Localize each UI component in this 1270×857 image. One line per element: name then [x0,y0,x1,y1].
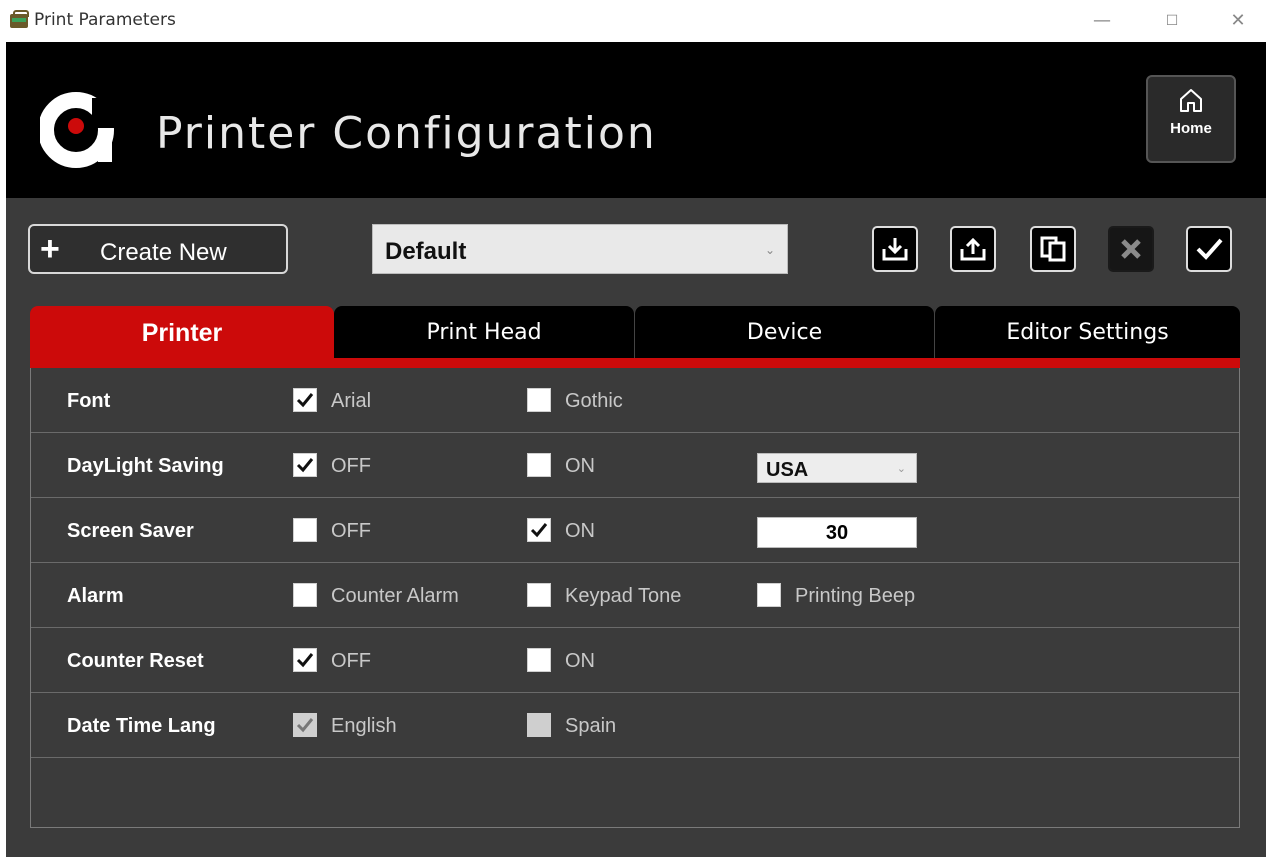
profile-select[interactable]: Default ⌄ [372,224,788,274]
checkbox[interactable] [527,713,551,737]
option-label: OFF [331,650,371,672]
country-value: USA [766,459,809,481]
option-label: OFF [331,455,371,477]
apply-button[interactable] [1186,226,1232,272]
tab-printer[interactable]: Printer [30,306,334,358]
checkbox[interactable] [757,583,781,607]
chevron-down-icon: ⌄ [764,243,775,257]
option-label: ON [565,650,595,672]
checkbox[interactable] [293,713,317,737]
copy-button[interactable] [1030,226,1076,272]
checkbox[interactable] [527,648,551,672]
create-new-label: Create New [100,239,227,266]
app-icon [10,10,29,28]
option-label: Spain [565,715,617,737]
plus-icon: + [40,230,60,268]
create-new-button[interactable]: + Create New [28,224,288,274]
option-label: Counter Alarm [331,585,459,607]
option-label: Gothic [565,390,623,412]
option-label: Keypad Tone [565,585,682,607]
row-date-time-lang: Date Time Lang English Spain [31,693,1239,758]
delete-icon [1121,239,1141,259]
import-icon [882,238,908,261]
row-font: Font Arial Gothic [31,368,1239,433]
row-label: Alarm [67,585,124,607]
option-label: OFF [331,520,371,542]
option-label: ON [565,520,595,542]
row-label: Date Time Lang [67,715,216,737]
window-titlebar: Print Parameters — ☐ ✕ [0,0,1270,42]
checkmark-icon [296,718,314,733]
checkmark-icon [296,393,314,408]
settings-table: Font Arial Gothic DayLight Saving OFF ON [30,368,1240,828]
row-alarm: Alarm Counter Alarm Keypad Tone Printing… [31,563,1239,628]
checkmark-icon [296,653,314,668]
option-label: English [331,715,397,737]
row-label: Screen Saver [67,520,194,542]
option-label: ON [565,455,595,477]
minimize-button[interactable]: — [1082,6,1122,36]
row-counter-reset: Counter Reset OFF ON [31,628,1239,693]
checkbox[interactable] [293,518,317,542]
checkbox[interactable] [527,388,551,412]
row-label: DayLight Saving [67,455,224,477]
checkmark-icon [296,458,314,473]
option-label: Printing Beep [795,585,916,607]
tab-bar: Printer Print Head Device Editor Setting… [30,306,1240,358]
checkbox[interactable] [293,583,317,607]
row-label: Counter Reset [67,650,204,672]
tab-device[interactable]: Device [634,306,934,358]
screensaver-minutes-input[interactable]: 30 [757,517,917,548]
option-label: Arial [331,390,372,412]
checkbox[interactable] [293,453,317,477]
copy-icon [1040,236,1066,262]
export-icon [960,237,986,261]
main-panel: + Create New Default ⌄ Printer Print Hea… [6,198,1266,857]
tab-editor-settings[interactable]: Editor Settings [934,306,1240,358]
window-title: Print Parameters [34,10,176,30]
brand-logo [40,92,118,168]
app-header: Printer Configuration Home [6,42,1266,198]
close-button[interactable]: ✕ [1218,6,1258,36]
checkbox[interactable] [293,648,317,672]
page-title: Printer Configuration [156,108,657,159]
chevron-down-icon: ⌄ [896,463,906,475]
checkbox[interactable] [293,388,317,412]
import-button[interactable] [872,226,918,272]
delete-button[interactable] [1108,226,1154,272]
tab-print-head[interactable]: Print Head [334,306,634,358]
home-button[interactable]: Home [1146,75,1236,163]
maximize-button[interactable]: ☐ [1152,6,1192,36]
row-label: Font [67,390,111,412]
checkbox[interactable] [527,583,551,607]
tab-underline [30,358,1240,368]
export-button[interactable] [950,226,996,272]
country-select[interactable]: USA ⌄ [757,453,917,483]
home-icon [1180,89,1202,112]
home-label: Home [1170,120,1212,137]
checkbox[interactable] [527,453,551,477]
checkbox[interactable] [527,518,551,542]
profile-value: Default [385,238,467,265]
checkmark-icon [1196,238,1223,260]
row-screen-saver: Screen Saver OFF ON 30 [31,498,1239,563]
row-daylight-saving: DayLight Saving OFF ON USA ⌄ [31,433,1239,498]
checkmark-icon [530,523,548,538]
